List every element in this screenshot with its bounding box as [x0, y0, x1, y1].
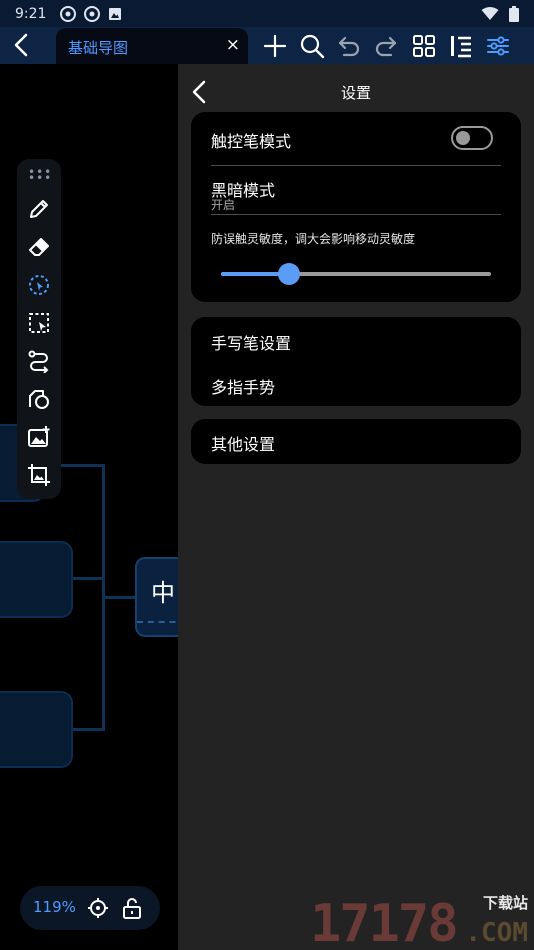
sensitivity-slider-thumb[interactable] — [277, 263, 300, 285]
stylus-mode-label: 触控笔模式 — [211, 132, 292, 151]
toggle-knob — [456, 131, 470, 145]
settings-sliders-icon[interactable] — [484, 32, 512, 60]
shape-tool-icon[interactable] — [27, 387, 51, 411]
mindmap-node[interactable] — [0, 691, 73, 768]
status-time: 9:21 — [15, 5, 47, 22]
stylus-mode-toggle[interactable] — [451, 126, 493, 150]
connector-line — [70, 728, 105, 731]
crop-image-icon[interactable] — [27, 463, 51, 487]
search-icon[interactable] — [298, 32, 326, 60]
app-notification-icon — [60, 5, 77, 22]
locate-crosshair-icon[interactable] — [87, 897, 109, 919]
center-topic-node[interactable]: 中 — [135, 557, 178, 637]
add-icon[interactable] — [261, 32, 289, 60]
undo-icon[interactable] — [335, 32, 363, 60]
divider — [211, 165, 501, 166]
settings-title: 设置 — [340, 84, 371, 102]
divider — [211, 214, 501, 215]
other-settings-item[interactable]: 其他设置 — [211, 431, 275, 455]
drag-handle-icon[interactable]: ••• ••• — [28, 166, 51, 184]
connector-tool-icon[interactable] — [27, 349, 51, 373]
app-notification-icon — [84, 5, 101, 22]
settings-card-other: 其他设置 — [191, 419, 521, 464]
document-tab[interactable]: 基础导图 × — [56, 28, 248, 64]
outline-list-icon[interactable] — [447, 32, 475, 60]
watermark-number: 17178 — [310, 894, 459, 950]
sensitivity-slider-track[interactable] — [221, 263, 491, 285]
close-tab-button[interactable]: × — [226, 35, 240, 55]
settings-card-input: 手写笔设置 多指手势 — [191, 317, 521, 406]
insert-image-icon[interactable] — [27, 425, 51, 449]
watermark-domain: .COM — [465, 918, 528, 948]
connector-line — [104, 596, 137, 599]
top-toolbar: 基础导图 × — [0, 27, 534, 64]
node-dashed-line — [137, 621, 178, 623]
status-bar: 9:21 — [0, 0, 534, 27]
mindmap-canvas[interactable]: 中 ••• ••• 119% — [0, 64, 178, 950]
wifi-icon — [481, 6, 499, 20]
zoom-level[interactable]: 119% — [33, 898, 76, 916]
watermark-label: 下载站 — [482, 894, 528, 912]
box-select-icon[interactable] — [27, 311, 51, 335]
unlock-icon[interactable] — [121, 897, 143, 919]
image-notification-icon — [109, 7, 122, 20]
drawing-toolbar: ••• ••• — [17, 159, 61, 499]
stylus-settings-item[interactable]: 手写笔设置 — [211, 330, 291, 354]
back-arrow-icon[interactable] — [8, 31, 36, 59]
multi-finger-gestures-item[interactable]: 多指手势 — [211, 374, 275, 398]
grid-layout-icon[interactable] — [410, 32, 438, 60]
document-tab-title: 基础导图 — [68, 39, 129, 57]
pen-icon[interactable] — [27, 197, 51, 221]
redo-icon[interactable] — [372, 32, 400, 60]
dark-mode-value: 开启 — [211, 198, 236, 212]
sensitivity-description: 防误触灵敏度，调大会影响移动灵敏度 — [211, 232, 416, 246]
zoom-control-bar: 119% — [20, 886, 160, 930]
mindmap-node[interactable] — [0, 541, 73, 618]
site-watermark: 17178 下载站 .COM — [302, 888, 532, 950]
eraser-icon[interactable] — [27, 235, 51, 259]
lasso-select-icon[interactable] — [27, 273, 51, 297]
settings-panel: 设置 触控笔模式 黑暗模式 开启 防误触灵敏度，调大会影响移动灵敏度 手写笔设置… — [178, 64, 534, 950]
center-topic-text: 中 — [151, 579, 175, 607]
connector-line — [70, 577, 105, 580]
battery-icon — [509, 5, 519, 22]
settings-card-general: 触控笔模式 黑暗模式 开启 防误触灵敏度，调大会影响移动灵敏度 — [191, 112, 521, 302]
status-notification-icons — [60, 5, 122, 22]
